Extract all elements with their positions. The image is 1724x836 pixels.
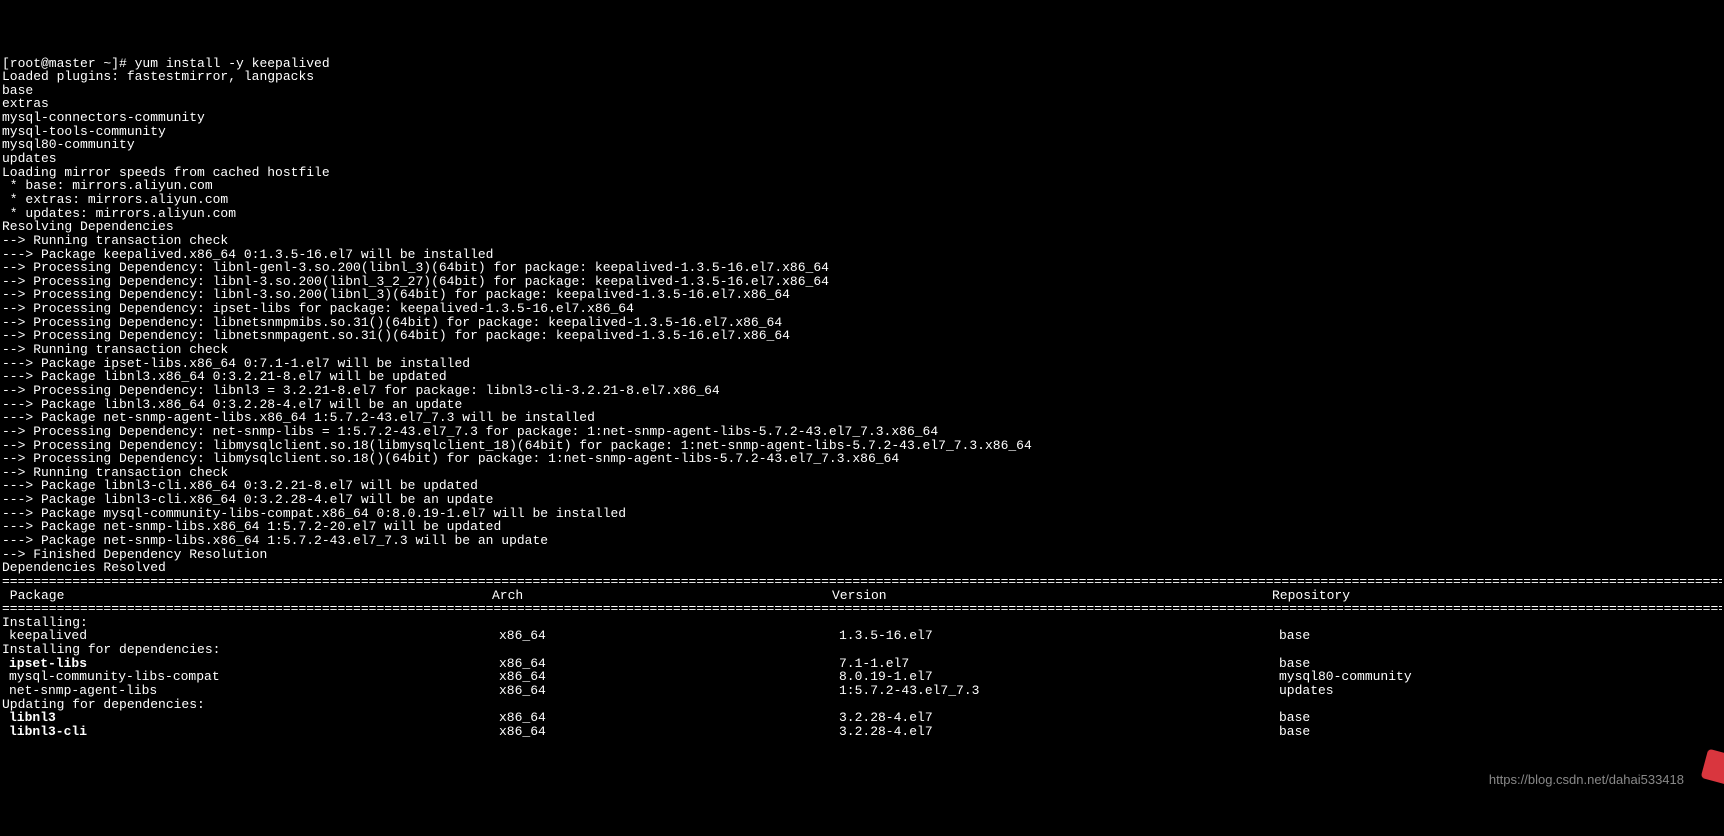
output-line: base [2, 84, 1722, 98]
pkg-name: ipset-libs [2, 657, 499, 671]
pkg-repo: mysql80-community [1279, 670, 1579, 684]
output-line: Dependencies Resolved [2, 561, 1722, 575]
section-label: Installing: [2, 616, 1722, 630]
pkg-arch: x86_64 [499, 684, 839, 698]
output-line: mysql-connectors-community [2, 111, 1722, 125]
output-line: --> Running transaction check [2, 343, 1722, 357]
output-line: * base: mirrors.aliyun.com [2, 179, 1722, 193]
pkg-name: libnl3 [2, 711, 499, 725]
output-line: ---> Package keepalived.x86_64 0:1.3.5-1… [2, 248, 1722, 262]
pkg-arch: x86_64 [499, 711, 839, 725]
pkg-version: 3.2.28-4.el7 [839, 711, 1279, 725]
output-line: --> Processing Dependency: libmysqlclien… [2, 452, 1722, 466]
table-row: libnl3x86_643.2.28-4.el7base [2, 711, 1722, 725]
corner-badge-icon [1701, 749, 1724, 786]
separator-line: ========================================… [2, 575, 1722, 589]
pkg-repo: base [1279, 629, 1579, 643]
output-line: * updates: mirrors.aliyun.com [2, 207, 1722, 221]
separator-line: ========================================… [2, 602, 1722, 616]
output-line: --> Processing Dependency: libmysqlclien… [2, 439, 1722, 453]
table-row: keepalivedx86_641.3.5-16.el7base [2, 629, 1722, 643]
table-row: libnl3-clix86_643.2.28-4.el7base [2, 725, 1722, 739]
output-line: ---> Package net-snmp-libs.x86_64 1:5.7.… [2, 520, 1722, 534]
pkg-version: 1.3.5-16.el7 [839, 629, 1279, 643]
table-row: net-snmp-agent-libsx86_641:5.7.2-43.el7_… [2, 684, 1722, 698]
output-line: ---> Package libnl3.x86_64 0:3.2.21-8.el… [2, 370, 1722, 384]
pkg-arch: x86_64 [499, 657, 839, 671]
output-line: extras [2, 97, 1722, 111]
section-label: Updating for dependencies: [2, 698, 1722, 712]
pkg-repo: base [1279, 711, 1579, 725]
output-line: ---> Package ipset-libs.x86_64 0:7.1-1.e… [2, 357, 1722, 371]
output-line: Resolving Dependencies [2, 220, 1722, 234]
output-line: --> Processing Dependency: libnl-3.so.20… [2, 275, 1722, 289]
output-line: updates [2, 152, 1722, 166]
output-line: --> Processing Dependency: libnl-genl-3.… [2, 261, 1722, 275]
shell-prompt-line[interactable]: [root@master ~]# yum install -y keepaliv… [2, 57, 1722, 71]
table-row: ipset-libsx86_647.1-1.el7base [2, 657, 1722, 671]
output-line: --> Processing Dependency: ipset-libs fo… [2, 302, 1722, 316]
table-header-row: PackageArchVersionRepository [2, 589, 1722, 603]
output-line: mysql80-community [2, 138, 1722, 152]
pkg-version: 7.1-1.el7 [839, 657, 1279, 671]
output-line: --> Running transaction check [2, 234, 1722, 248]
output-line: --> Processing Dependency: libnetsnmpmib… [2, 316, 1722, 330]
pkg-name: keepalived [2, 629, 499, 643]
output-line: --> Processing Dependency: net-snmp-libs… [2, 425, 1722, 439]
section-label: Installing for dependencies: [2, 643, 1722, 657]
watermark-text: https://blog.csdn.net/dahai533418 [1489, 773, 1684, 787]
output-line: --> Running transaction check [2, 466, 1722, 480]
col-header-version: Version [832, 589, 1272, 603]
pkg-name: libnl3-cli [2, 725, 499, 739]
pkg-version: 8.0.19-1.el7 [839, 670, 1279, 684]
pkg-version: 3.2.28-4.el7 [839, 725, 1279, 739]
pkg-repo: base [1279, 657, 1579, 671]
output-line: mysql-tools-community [2, 125, 1722, 139]
pkg-name: net-snmp-agent-libs [2, 684, 499, 698]
output-line: --> Processing Dependency: libnl3 = 3.2.… [2, 384, 1722, 398]
output-line: * extras: mirrors.aliyun.com [2, 193, 1722, 207]
col-header-repo: Repository [1272, 589, 1572, 603]
pkg-arch: x86_64 [499, 629, 839, 643]
pkg-version: 1:5.7.2-43.el7_7.3 [839, 684, 1279, 698]
table-row: mysql-community-libs-compatx86_648.0.19-… [2, 670, 1722, 684]
output-line: --> Processing Dependency: libnl-3.so.20… [2, 288, 1722, 302]
pkg-arch: x86_64 [499, 725, 839, 739]
col-header-package: Package [2, 589, 492, 603]
output-line: --> Processing Dependency: libnetsnmpage… [2, 329, 1722, 343]
output-line: --> Finished Dependency Resolution [2, 548, 1722, 562]
pkg-repo: base [1279, 725, 1579, 739]
output-line: Loading mirror speeds from cached hostfi… [2, 166, 1722, 180]
output-line: ---> Package net-snmp-libs.x86_64 1:5.7.… [2, 534, 1722, 548]
terminal-output: [root@master ~]# yum install -y keepaliv… [2, 57, 1722, 739]
output-line: ---> Package libnl3-cli.x86_64 0:3.2.28-… [2, 493, 1722, 507]
output-line: ---> Package mysql-community-libs-compat… [2, 507, 1722, 521]
col-header-arch: Arch [492, 589, 832, 603]
pkg-name: mysql-community-libs-compat [2, 670, 499, 684]
pkg-repo: updates [1279, 684, 1579, 698]
output-line: ---> Package net-snmp-agent-libs.x86_64 … [2, 411, 1722, 425]
output-line: ---> Package libnl3.x86_64 0:3.2.28-4.el… [2, 398, 1722, 412]
pkg-arch: x86_64 [499, 670, 839, 684]
output-line: Loaded plugins: fastestmirror, langpacks [2, 70, 1722, 84]
output-line: ---> Package libnl3-cli.x86_64 0:3.2.21-… [2, 479, 1722, 493]
